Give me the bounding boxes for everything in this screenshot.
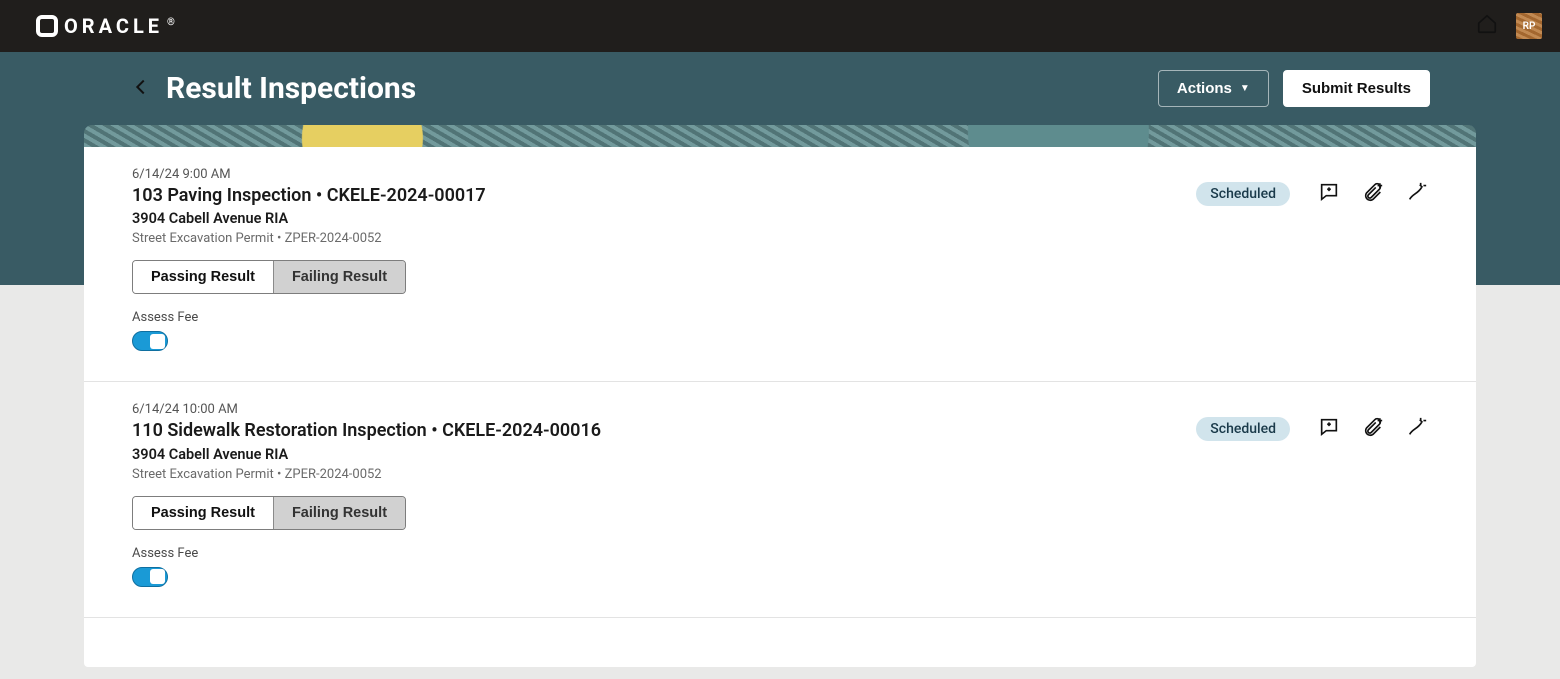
- edit-magic-icon[interactable]: [1406, 416, 1428, 442]
- inspections-card: 6/14/24 9:00 AM 103 Paving Inspection • …: [84, 147, 1476, 667]
- inspection-address: 3904 Cabell Avenue RIA: [132, 210, 1156, 227]
- user-avatar[interactable]: RP: [1516, 13, 1542, 39]
- assess-fee-label: Assess Fee: [132, 310, 1156, 325]
- page-title: Result Inspections: [166, 71, 416, 106]
- add-attachment-icon[interactable]: [1362, 181, 1384, 207]
- inspection-title-line: 103 Paving Inspection • CKELE-2024-00017: [132, 184, 1156, 208]
- inspection-title: 103 Paving Inspection: [132, 185, 311, 206]
- assess-fee-toggle[interactable]: [132, 331, 168, 351]
- inspection-item: 6/14/24 9:00 AM 103 Paving Inspection • …: [84, 147, 1476, 382]
- add-attachment-icon[interactable]: [1362, 416, 1384, 442]
- inspection-permit-line: Street Excavation Permit • ZPER-2024-005…: [132, 467, 1156, 482]
- inspection-record: CKELE-2024-00016: [442, 420, 601, 441]
- inspection-address: 3904 Cabell Avenue RIA: [132, 446, 1156, 463]
- assess-fee-label: Assess Fee: [132, 546, 1156, 561]
- result-segmented-control: Passing Result Failing Result: [132, 260, 406, 294]
- failing-result-button[interactable]: Failing Result: [273, 497, 405, 529]
- content-card-wrap: 6/14/24 9:00 AM 103 Paving Inspection • …: [84, 125, 1476, 667]
- inspection-title: 110 Sidewalk Restoration Inspection: [132, 420, 427, 441]
- sep: •: [274, 467, 285, 482]
- user-initials: RP: [1523, 21, 1536, 32]
- assess-fee-toggle[interactable]: [132, 567, 168, 587]
- inspection-timestamp: 6/14/24 10:00 AM: [132, 402, 1156, 417]
- brand-name: ORACLE: [64, 14, 163, 38]
- permit-number: ZPER-2024-0052: [285, 467, 382, 482]
- back-button[interactable]: [130, 76, 152, 102]
- permit-number: ZPER-2024-0052: [285, 231, 382, 246]
- brand-mark-icon: [36, 15, 58, 37]
- global-topbar: ORACLE ® RP: [0, 0, 1560, 52]
- sep: •: [311, 185, 326, 206]
- actions-menu-button[interactable]: Actions ▼: [1158, 70, 1269, 107]
- decorative-strip: [84, 125, 1476, 147]
- result-segmented-control: Passing Result Failing Result: [132, 496, 406, 530]
- inspection-title-line: 110 Sidewalk Restoration Inspection • CK…: [132, 419, 1156, 443]
- inspection-item: 6/14/24 10:00 AM 110 Sidewalk Restoratio…: [84, 382, 1476, 617]
- submit-results-button[interactable]: Submit Results: [1283, 70, 1430, 107]
- toggle-knob: [150, 569, 165, 584]
- inspection-record: CKELE-2024-00017: [327, 185, 486, 206]
- toggle-knob: [150, 334, 165, 349]
- status-badge: Scheduled: [1196, 417, 1290, 441]
- passing-result-button[interactable]: Passing Result: [133, 261, 273, 293]
- inspection-permit-line: Street Excavation Permit • ZPER-2024-005…: [132, 231, 1156, 246]
- passing-result-button[interactable]: Passing Result: [133, 497, 273, 529]
- add-comment-icon[interactable]: [1318, 416, 1340, 442]
- inspection-timestamp: 6/14/24 9:00 AM: [132, 167, 1156, 182]
- sep: •: [274, 231, 285, 246]
- status-badge: Scheduled: [1196, 182, 1290, 206]
- brand-logo: ORACLE ®: [36, 14, 175, 38]
- failing-result-button[interactable]: Failing Result: [273, 261, 405, 293]
- permit-type: Street Excavation Permit: [132, 467, 274, 482]
- actions-label: Actions: [1177, 80, 1232, 97]
- add-comment-icon[interactable]: [1318, 181, 1340, 207]
- topbar-right: RP: [1476, 13, 1542, 39]
- edit-magic-icon[interactable]: [1406, 181, 1428, 207]
- home-icon[interactable]: [1476, 13, 1498, 39]
- chevron-down-icon: ▼: [1240, 83, 1250, 94]
- sep: •: [427, 420, 442, 441]
- permit-type: Street Excavation Permit: [132, 231, 274, 246]
- page-header: Result Inspections Actions ▼ Submit Resu…: [0, 52, 1560, 125]
- brand-registered: ®: [167, 17, 175, 28]
